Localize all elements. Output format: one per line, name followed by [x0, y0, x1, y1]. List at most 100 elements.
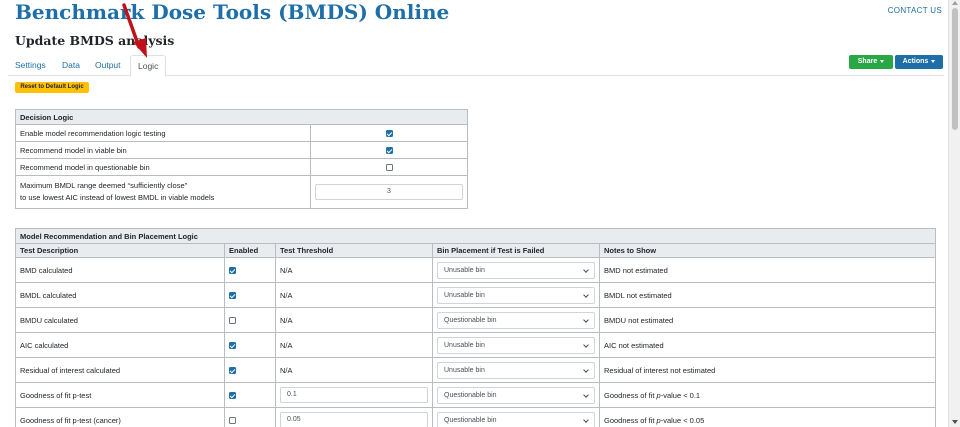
questionable-bin-checkbox[interactable]	[385, 164, 393, 172]
bin-select[interactable]: Questionable bin	[437, 311, 595, 329]
enabled-checkbox[interactable]	[229, 342, 236, 350]
row-label: Recommend model in viable bin	[15, 141, 311, 159]
test-description: BMDL calculated	[15, 282, 225, 308]
chevron-down-icon	[583, 366, 589, 373]
chevron-down-icon	[583, 341, 589, 348]
threshold-cell: 0.05	[275, 407, 433, 427]
threshold: N/A	[275, 307, 433, 333]
bin-select[interactable]: Questionable bin	[437, 386, 595, 404]
scroll-down-icon[interactable]	[952, 420, 958, 424]
table-row: Goodness of fit p-test (cancer) 0.05 Que…	[15, 407, 936, 427]
enabled-checkbox[interactable]	[229, 317, 236, 325]
notes-post: -value < 0.05	[660, 415, 705, 425]
notes-pre: Goodness of fit	[604, 415, 657, 425]
table-row: Maximum BMDL range deemed “sufficiently …	[15, 175, 468, 209]
decision-logic-table: Decision Logic Enable model recommendati…	[15, 109, 468, 209]
tab-data[interactable]: Data	[55, 55, 87, 76]
chevron-down-icon	[583, 416, 589, 423]
col-header-description: Test Description	[15, 243, 225, 258]
test-description: BMDU calculated	[15, 307, 225, 333]
caret-down-icon	[931, 59, 936, 63]
actions-button[interactable]: Actions	[895, 55, 943, 69]
enabled-checkbox[interactable]	[229, 292, 236, 300]
bin-cell: Unusable bin	[432, 357, 600, 383]
checkbox-cell	[310, 141, 468, 159]
tab-logic[interactable]: Logic	[130, 55, 167, 77]
table-row: Recommend model in questionable bin	[15, 158, 468, 176]
contact-us-link[interactable]: CONTACT US	[888, 6, 942, 15]
threshold: N/A	[275, 257, 433, 283]
enabled-checkbox[interactable]	[229, 417, 236, 425]
notes: BMDL not estimated	[599, 282, 936, 308]
enabled-cell	[224, 407, 276, 427]
test-description: AIC calculated	[15, 332, 225, 358]
scroll-thumb[interactable]	[952, 8, 958, 130]
enabled-checkbox[interactable]	[229, 367, 236, 375]
bin-select[interactable]: Unusable bin	[437, 336, 595, 354]
threshold-input[interactable]: 0.1	[280, 387, 428, 403]
bin-select-value: Unusable bin	[444, 266, 485, 274]
bin-select[interactable]: Questionable bin	[437, 411, 595, 427]
notes: BMD not estimated	[599, 257, 936, 283]
notes-post: -value < 0.1	[660, 390, 701, 400]
bin-select[interactable]: Unusable bin	[437, 361, 595, 379]
col-header-enabled: Enabled	[224, 243, 276, 258]
notes: AIC not estimated	[599, 332, 936, 358]
page-title: Update BMDS analysis	[15, 33, 175, 48]
viable-bin-checkbox[interactable]	[385, 147, 393, 155]
actions-button-label: Actions	[902, 58, 929, 65]
test-description: BMD calculated	[15, 257, 225, 283]
recommendation-title: Model Recommendation and Bin Placement L…	[15, 228, 936, 244]
chevron-down-icon	[583, 316, 589, 323]
table-row: BMDU calculated N/A Questionable bin BMD…	[15, 307, 936, 333]
notes: Goodness of fit p-value < 0.05	[599, 407, 936, 427]
test-description: Goodness of fit p-test	[15, 382, 225, 408]
col-header-threshold: Test Threshold	[275, 243, 433, 258]
col-header-notes: Notes to Show	[599, 243, 936, 258]
bin-select[interactable]: Unusable bin	[437, 261, 595, 279]
tab-settings[interactable]: Settings	[8, 55, 53, 76]
page-scrollbar[interactable]	[948, 0, 960, 427]
row-label: Enable model recommendation logic testin…	[15, 124, 311, 142]
scroll-up-icon[interactable]	[952, 1, 958, 5]
bin-cell: Questionable bin	[432, 382, 600, 408]
enable-logic-checkbox[interactable]	[385, 130, 393, 138]
tab-output[interactable]: Output	[88, 55, 128, 76]
enabled-cell	[224, 282, 276, 308]
enabled-cell	[224, 307, 276, 333]
app-title[interactable]: Benchmark Dose Tools (BMDS) Online	[15, 0, 449, 24]
enabled-checkbox[interactable]	[229, 392, 236, 400]
enabled-cell	[224, 357, 276, 383]
table-row: Enable model recommendation logic testin…	[15, 124, 468, 142]
test-description: Goodness of fit p-test (cancer)	[15, 407, 225, 427]
chevron-down-icon	[583, 291, 589, 298]
threshold: N/A	[275, 332, 433, 358]
bin-select-value: Unusable bin	[444, 291, 485, 299]
threshold: N/A	[275, 357, 433, 383]
bin-select-value: Questionable bin	[444, 391, 497, 399]
bin-select-value: Unusable bin	[444, 366, 485, 374]
enabled-checkbox[interactable]	[229, 267, 236, 275]
bin-cell: Unusable bin	[432, 332, 600, 358]
page: Benchmark Dose Tools (BMDS) Online CONTA…	[0, 0, 948, 427]
table-row: Goodness of fit p-test 0.1 Questionable …	[15, 382, 936, 408]
bin-select-value: Questionable bin	[444, 416, 497, 424]
threshold: N/A	[275, 282, 433, 308]
reset-logic-button[interactable]: Reset to Default Logic	[15, 82, 89, 93]
col-header-bin: Bin Placement if Test is Failed	[432, 243, 600, 258]
bin-cell: Questionable bin	[432, 307, 600, 333]
chevron-down-icon	[583, 391, 589, 398]
table-row: Residual of interest calculated N/A Unus…	[15, 357, 936, 383]
table-row: AIC calculated N/A Unusable bin AIC not …	[15, 332, 936, 358]
bmdl-range-input[interactable]: 3	[315, 184, 463, 200]
caret-down-icon	[880, 59, 885, 63]
range-label-line2: to use lowest AIC instead of lowest BMDL…	[20, 193, 215, 202]
checkbox-cell	[310, 158, 468, 176]
bin-select[interactable]: Unusable bin	[437, 286, 595, 304]
threshold-input[interactable]: 0.05	[280, 412, 428, 427]
row-label: Recommend model in questionable bin	[15, 158, 311, 176]
notes: BMDU not estimated	[599, 307, 936, 333]
share-button[interactable]: Share	[849, 55, 893, 69]
bin-cell: Unusable bin	[432, 257, 600, 283]
decision-logic-title: Decision Logic	[15, 109, 468, 125]
